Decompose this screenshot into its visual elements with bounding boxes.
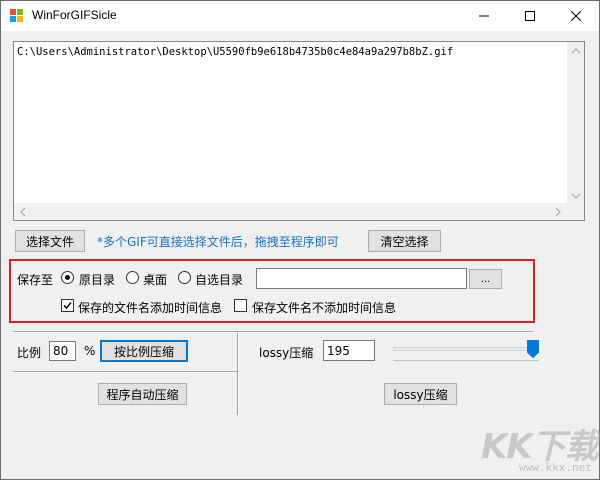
scroll-left-button[interactable] bbox=[14, 203, 31, 220]
browse-button[interactable]: ... bbox=[469, 269, 502, 289]
radio-original-dir[interactable] bbox=[61, 271, 74, 284]
window-title: WinForGIFSicle bbox=[32, 8, 117, 22]
title-bar: WinForGIFSicle bbox=[1, 1, 599, 31]
close-icon bbox=[571, 11, 581, 21]
save-to-label: 保存至 bbox=[17, 273, 54, 287]
horizontal-scrollbar[interactable] bbox=[14, 203, 567, 220]
ratio-compress-button[interactable]: 按比例压缩 bbox=[100, 340, 188, 362]
clear-selection-button[interactable]: 清空选择 bbox=[368, 230, 441, 252]
file-list[interactable]: C:\Users\Administrator\Desktop\U5590fb9e… bbox=[13, 41, 585, 221]
custom-dir-input[interactable] bbox=[256, 268, 467, 289]
lossy-compress-button[interactable]: lossy压缩 bbox=[384, 383, 457, 405]
scroll-corner bbox=[567, 203, 584, 220]
ratio-label: 比例 bbox=[17, 346, 42, 360]
scroll-right-button[interactable] bbox=[550, 203, 567, 220]
watermark-url: www.kkx.net bbox=[519, 461, 592, 474]
app-icon bbox=[10, 9, 24, 23]
app-window: WinForGIFSicle C:\Users\Administrator\De… bbox=[0, 0, 600, 480]
drag-drop-hint: *多个GIF可直接选择文件后，拖拽至程序即可 bbox=[97, 235, 339, 249]
maximize-button[interactable] bbox=[507, 1, 553, 31]
list-item[interactable]: C:\Users\Administrator\Desktop\U5590fb9e… bbox=[17, 46, 453, 58]
minimize-icon bbox=[479, 15, 489, 17]
checkbox-no-time-label[interactable]: 保存文件名不添加时间信息 bbox=[252, 299, 396, 316]
radio-original-dir-label[interactable]: 原目录 bbox=[79, 271, 115, 288]
auto-compress-button[interactable]: 程序自动压缩 bbox=[98, 383, 187, 405]
chevron-right-icon bbox=[556, 207, 561, 216]
chevron-up-icon bbox=[571, 48, 580, 53]
lossy-slider[interactable] bbox=[393, 347, 539, 351]
percent-label: % bbox=[84, 344, 96, 358]
ratio-input[interactable]: 80 bbox=[49, 341, 76, 361]
scroll-up-button[interactable] bbox=[567, 42, 584, 59]
checkbox-add-time-label[interactable]: 保存的文件名添加时间信息 bbox=[78, 299, 222, 316]
checkmark-icon bbox=[63, 302, 72, 310]
lossy-slider-ticks bbox=[393, 360, 539, 363]
divider-left-middle bbox=[13, 371, 237, 373]
divider-vertical bbox=[237, 333, 239, 415]
maximize-icon bbox=[525, 11, 535, 21]
radio-desktop[interactable] bbox=[126, 271, 139, 284]
select-file-button[interactable]: 选择文件 bbox=[15, 230, 85, 252]
close-button[interactable] bbox=[553, 1, 599, 31]
lossy-input[interactable]: 195 bbox=[323, 340, 375, 361]
chevron-down-icon bbox=[571, 194, 580, 199]
lossy-slider-thumb[interactable] bbox=[527, 340, 539, 358]
radio-custom-dir[interactable] bbox=[178, 271, 191, 284]
minimize-button[interactable] bbox=[461, 1, 507, 31]
radio-custom-dir-label[interactable]: 自选目录 bbox=[195, 271, 243, 288]
vertical-scrollbar[interactable] bbox=[567, 42, 584, 205]
lossy-label: lossy压缩 bbox=[259, 346, 314, 360]
radio-desktop-label[interactable]: 桌面 bbox=[143, 271, 167, 288]
checkbox-no-time[interactable] bbox=[234, 299, 247, 312]
checkbox-add-time[interactable] bbox=[61, 299, 74, 312]
chevron-left-icon bbox=[20, 207, 25, 216]
divider-top bbox=[13, 331, 533, 333]
